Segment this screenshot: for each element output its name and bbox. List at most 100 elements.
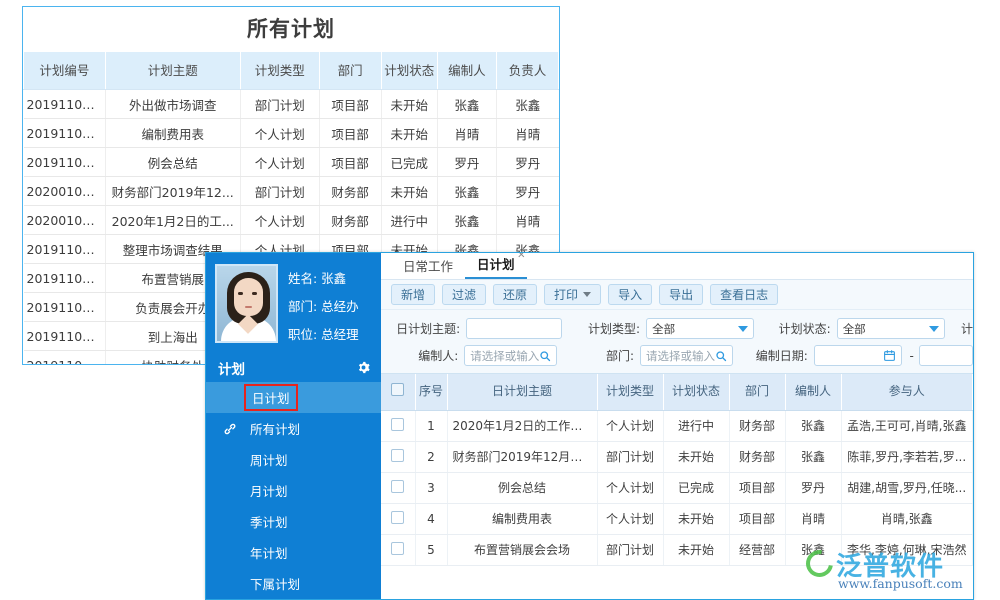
table-row[interactable]: 2019110005例会总结个人计划项目部已完成罗丹罗丹 xyxy=(24,148,559,177)
export-button[interactable]: 导出 xyxy=(659,284,703,305)
table-row[interactable]: 5 布置营销展会会场 部门计划 未开始 经营部 张鑫 李华,李婷,何琳,宋浩然 xyxy=(381,534,973,565)
cell-plan-no: 2019110004 xyxy=(24,119,106,148)
col-plan-type: 计划类型 xyxy=(597,374,663,410)
select-all-header[interactable] xyxy=(381,374,415,410)
all-plans-title: 所有计划 xyxy=(23,7,559,51)
sidebar-item-yearly-plan[interactable]: 年计划 xyxy=(206,537,381,568)
button-label: 还原 xyxy=(503,286,527,303)
calendar-icon[interactable] xyxy=(883,349,896,362)
document-icon xyxy=(223,515,235,529)
row-checkbox[interactable] xyxy=(391,511,404,524)
cell-dept: 经营部 xyxy=(729,534,785,565)
chevron-down-icon xyxy=(583,292,591,297)
cell-subject[interactable]: 编制费用表 xyxy=(447,503,597,534)
cell-dept: 财务部 xyxy=(319,206,381,235)
sidebar: 姓名: 张鑫 部门: 总经办 职位: 总经理 计划 日计划 xyxy=(206,253,381,599)
search-icon[interactable] xyxy=(539,350,551,362)
search-icon[interactable] xyxy=(715,350,727,362)
cell-participants: 李华,李婷,何琳,宋浩然 xyxy=(841,534,973,565)
filter-button[interactable]: 过滤 xyxy=(442,284,486,305)
dept-filter-input[interactable]: 请选择或输入 xyxy=(640,345,733,366)
sidebar-header-label: 计划 xyxy=(218,358,245,378)
cell-subject[interactable]: 2020年1月2日的工作日... xyxy=(447,410,597,441)
cell-owner: 张鑫 xyxy=(497,90,559,119)
table-row[interactable]: 1 2020年1月2日的工作日... 个人计划 进行中 财务部 张鑫 孟浩,王可… xyxy=(381,410,973,441)
button-label: 新增 xyxy=(401,286,425,303)
print-button[interactable]: 打印 xyxy=(544,284,601,305)
cell-dept: 项目部 xyxy=(319,148,381,177)
sidebar-item-daily-plan[interactable]: 日计划 xyxy=(206,382,381,413)
cell-author: 张鑫 xyxy=(785,534,841,565)
table-row[interactable]: 2020010001财务部门2019年12...部门计划财务部未开始张鑫罗丹 xyxy=(24,177,559,206)
cell-plan-no: 2020010002 xyxy=(24,206,106,235)
table-row[interactable]: 2 财务部门2019年12月的... 部门计划 未开始 财务部 张鑫 陈菲,罗丹… xyxy=(381,441,973,472)
row-checkbox[interactable] xyxy=(391,418,404,431)
sidebar-item-quarterly-plan[interactable]: 季计划 xyxy=(206,506,381,537)
close-icon[interactable]: ✕ xyxy=(517,252,525,261)
button-label: 导出 xyxy=(669,286,693,303)
subject-filter-input[interactable] xyxy=(466,318,562,339)
table-row[interactable]: 2019110004编制费用表个人计划项目部未开始肖晴肖晴 xyxy=(24,119,559,148)
row-select-cell[interactable] xyxy=(381,472,415,503)
sidebar-item-subordinate-plan[interactable]: 下属计划 xyxy=(206,568,381,599)
col-subject: 日计划主题 xyxy=(447,374,597,410)
cell-author: 罗丹 xyxy=(437,148,496,177)
cell-subject: 外出做市场调查 xyxy=(105,90,240,119)
dept-filter-placeholder: 请选择或输入 xyxy=(646,348,715,364)
select-all-checkbox[interactable] xyxy=(391,383,404,396)
cell-subject[interactable]: 财务部门2019年12月的... xyxy=(447,441,597,472)
row-select-cell[interactable] xyxy=(381,503,415,534)
view-log-button[interactable]: 查看日志 xyxy=(710,284,778,305)
document-icon xyxy=(223,391,235,405)
cell-author: 张鑫 xyxy=(437,177,496,206)
sidebar-header: 计划 xyxy=(206,353,381,382)
row-select-cell[interactable] xyxy=(381,410,415,441)
author-filter-input[interactable]: 请选择或输入 xyxy=(464,345,557,366)
restore-button[interactable]: 还原 xyxy=(493,284,537,305)
daily-plan-window: 姓名: 张鑫 部门: 总经办 职位: 总经理 计划 日计划 xyxy=(205,252,974,600)
row-checkbox[interactable] xyxy=(391,449,404,462)
gear-icon[interactable] xyxy=(357,361,370,374)
daily-plan-grid: 序号 日计划主题 计划类型 计划状态 部门 编制人 参与人 1 xyxy=(381,374,973,566)
table-row[interactable]: 2019110001外出做市场调查部门计划项目部未开始张鑫张鑫 xyxy=(24,90,559,119)
cell-author: 张鑫 xyxy=(437,90,496,119)
tab-daily-plan[interactable]: 日计划 ✕ xyxy=(465,252,527,279)
sidebar-item-label: 日计划 xyxy=(244,384,298,411)
row-select-cell[interactable] xyxy=(381,441,415,472)
status-filter-select[interactable]: 全部 xyxy=(837,318,945,339)
type-filter-select[interactable]: 全部 xyxy=(646,318,754,339)
sidebar-item-all-plans[interactable]: 所有计划 xyxy=(206,413,381,444)
cell-subject[interactable]: 布置营销展会会场 xyxy=(447,534,597,565)
cell-index: 5 xyxy=(415,534,447,565)
date-to-input[interactable] xyxy=(919,345,973,366)
cell-subject[interactable]: 例会总结 xyxy=(447,472,597,503)
cell-owner: 肖晴 xyxy=(497,206,559,235)
sidebar-item-label: 周计划 xyxy=(244,448,294,471)
add-button[interactable]: 新增 xyxy=(391,284,435,305)
sidebar-item-monthly-plan[interactable]: 月计划 xyxy=(206,475,381,506)
col-owner: 负责人 xyxy=(497,52,559,90)
cell-plan-no: 2020010001 xyxy=(24,177,106,206)
cell-dept: 项目部 xyxy=(729,503,785,534)
cell-type: 个人计划 xyxy=(597,503,663,534)
button-label: 打印 xyxy=(554,286,578,303)
table-row[interactable]: 20200100022020年1月2日的工...个人计划财务部进行中张鑫肖晴 xyxy=(24,206,559,235)
date-from-input[interactable] xyxy=(814,345,902,366)
profile-card: 姓名: 张鑫 部门: 总经办 职位: 总经理 xyxy=(206,253,381,353)
table-row[interactable]: 4 编制费用表 个人计划 未开始 项目部 肖晴 肖晴,张鑫 xyxy=(381,503,973,534)
author-filter-placeholder: 请选择或输入 xyxy=(470,348,539,364)
tab-label: 日计划 xyxy=(477,257,515,272)
col-author: 编制人 xyxy=(437,52,496,90)
row-select-cell[interactable] xyxy=(381,534,415,565)
sidebar-item-weekly-plan[interactable]: 周计划 xyxy=(206,444,381,475)
table-row[interactable]: 3 例会总结 个人计划 已完成 项目部 罗丹 胡建,胡雪,罗丹,任晓... xyxy=(381,472,973,503)
sidebar-item-label: 季计划 xyxy=(244,510,294,533)
col-author: 编制人 xyxy=(785,374,841,410)
cell-status: 未开始 xyxy=(381,90,437,119)
tab-daily-work[interactable]: 日常工作 xyxy=(391,253,465,279)
cell-index: 4 xyxy=(415,503,447,534)
import-button[interactable]: 导入 xyxy=(608,284,652,305)
col-plan-status: 计划状态 xyxy=(381,52,437,90)
row-checkbox[interactable] xyxy=(391,542,404,555)
row-checkbox[interactable] xyxy=(391,480,404,493)
